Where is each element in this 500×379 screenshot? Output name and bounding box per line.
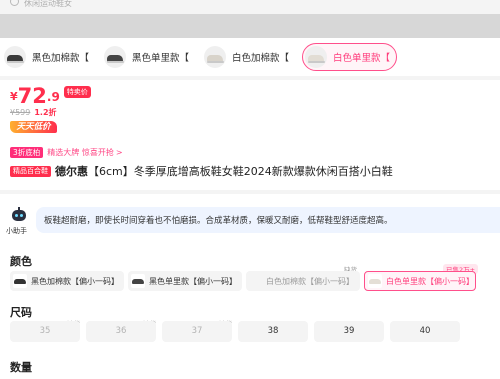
- price-decimal: .9: [46, 90, 60, 104]
- robot-icon: [10, 207, 28, 224]
- shoe-thumbnail-icon: [204, 46, 226, 68]
- chevron-right-icon: >: [115, 147, 123, 157]
- image-placeholder-band: [0, 14, 500, 38]
- search-icon: [10, 0, 19, 6]
- shoe-thumbnail-icon: [4, 46, 26, 68]
- product-title: 精品百合鞋 德尔惠【6cm】冬季厚底增高板鞋女鞋2024新款爆款休闲百搭小白鞋: [10, 163, 490, 179]
- variant-chip-black-padded[interactable]: 黑色加棉款【: [4, 43, 89, 71]
- shoe-thumbnail-icon: [305, 46, 327, 68]
- shoe-swatch-icon: [13, 274, 27, 288]
- color-option-white-single[interactable]: 白色单里款【偏小一码】: [364, 271, 476, 291]
- promo-tag: 3折底柏: [10, 146, 44, 158]
- daily-low-price-badge: 天天低价: [10, 121, 57, 133]
- special-price-badge: 特卖价: [63, 86, 91, 98]
- size-section-title: 尺码: [10, 306, 32, 319]
- brand-badge: 精品百合鞋: [10, 165, 51, 177]
- assistant-name: 小助手: [6, 227, 27, 235]
- assistant-bubble: 板鞋超耐磨，即使长时间穿着也不怕磨损。合成革材质，保暖又耐磨，低帮鞋型舒适度超高…: [36, 207, 500, 233]
- variant-chip-white-padded[interactable]: 白色加棉款【: [204, 43, 289, 71]
- variant-chip-black-single[interactable]: 黑色单里款【: [104, 43, 189, 71]
- promo-banner[interactable]: 3折底柏 精选大牌 惊喜开抢 >: [10, 146, 123, 158]
- size-option-36[interactable]: 36: [86, 321, 156, 342]
- promo-text: 精选大牌 惊喜开抢: [47, 147, 114, 157]
- color-option-white-padded[interactable]: 白色加棉款【偏小一码】: [246, 271, 360, 291]
- size-option-38[interactable]: 38: [238, 321, 308, 342]
- size-option-40[interactable]: 40: [390, 321, 460, 342]
- variant-label: 黑色加棉款【: [32, 53, 90, 64]
- brand-name: 德尔惠: [55, 165, 88, 178]
- variant-strip: 黑色加棉款【 黑色单里款【 白色加棉款【 白色单里款【: [0, 38, 500, 76]
- price-integer: 72: [17, 84, 47, 108]
- color-option-black-single[interactable]: 黑色单里款【偏小一码】: [128, 271, 242, 291]
- color-option-label: 黑色单里款【偏小一码】: [149, 276, 237, 286]
- color-option-black-padded[interactable]: 黑色加棉款【偏小一码】: [10, 271, 124, 291]
- variant-label: 白色加棉款【: [232, 53, 290, 64]
- shoe-swatch-icon: [368, 274, 382, 288]
- quantity-section-title: 数量: [10, 361, 32, 374]
- product-title-text: 德尔惠【6cm】冬季厚底增高板鞋女鞋2024新款爆款休闲百搭小白鞋: [55, 163, 393, 179]
- title-body: 【6cm】冬季厚底增高板鞋女鞋2024新款爆款休闲百搭小白鞋: [88, 165, 393, 178]
- color-option-label: 白色单里款【偏小一码】: [386, 276, 474, 286]
- shoe-thumbnail-icon: [104, 46, 126, 68]
- variant-chip-white-single[interactable]: 白色单里款【: [302, 43, 398, 71]
- variant-label: 黑色单里款【: [132, 53, 190, 64]
- size-option-35[interactable]: 35: [10, 321, 80, 342]
- divider: [0, 76, 500, 80]
- assistant-panel: 小助手 板鞋超耐磨，即使长时间穿着也不怕磨损。合成革材质，保暖又耐磨，低帮鞋型舒…: [0, 200, 500, 240]
- price-currency: ¥: [10, 90, 18, 103]
- color-option-label: 白色加棉款【偏小一码】: [266, 276, 354, 286]
- size-option-39[interactable]: 39: [314, 321, 384, 342]
- shoe-swatch-icon: [131, 274, 145, 288]
- size-option-37[interactable]: 37: [162, 321, 232, 342]
- discount-rate: 1.2折: [34, 107, 57, 117]
- original-price: ¥599: [10, 107, 31, 117]
- variant-label: 白色单里款【: [333, 53, 391, 64]
- search-input[interactable]: 休闲运动鞋女: [24, 0, 72, 9]
- divider: [0, 190, 500, 194]
- color-option-label: 黑色加棉款【偏小一码】: [31, 276, 119, 286]
- assistant-message: 板鞋超耐磨，即使长时间穿着也不怕磨损。合成革材质，保暖又耐磨，低帮鞋型舒适度超高…: [44, 216, 393, 226]
- color-section-title: 颜色: [10, 255, 32, 268]
- search-bar[interactable]: 休闲运动鞋女: [0, 0, 500, 14]
- price-block: ¥ 72 .9 特卖价 ¥599 1.2折 天天低价: [10, 84, 490, 133]
